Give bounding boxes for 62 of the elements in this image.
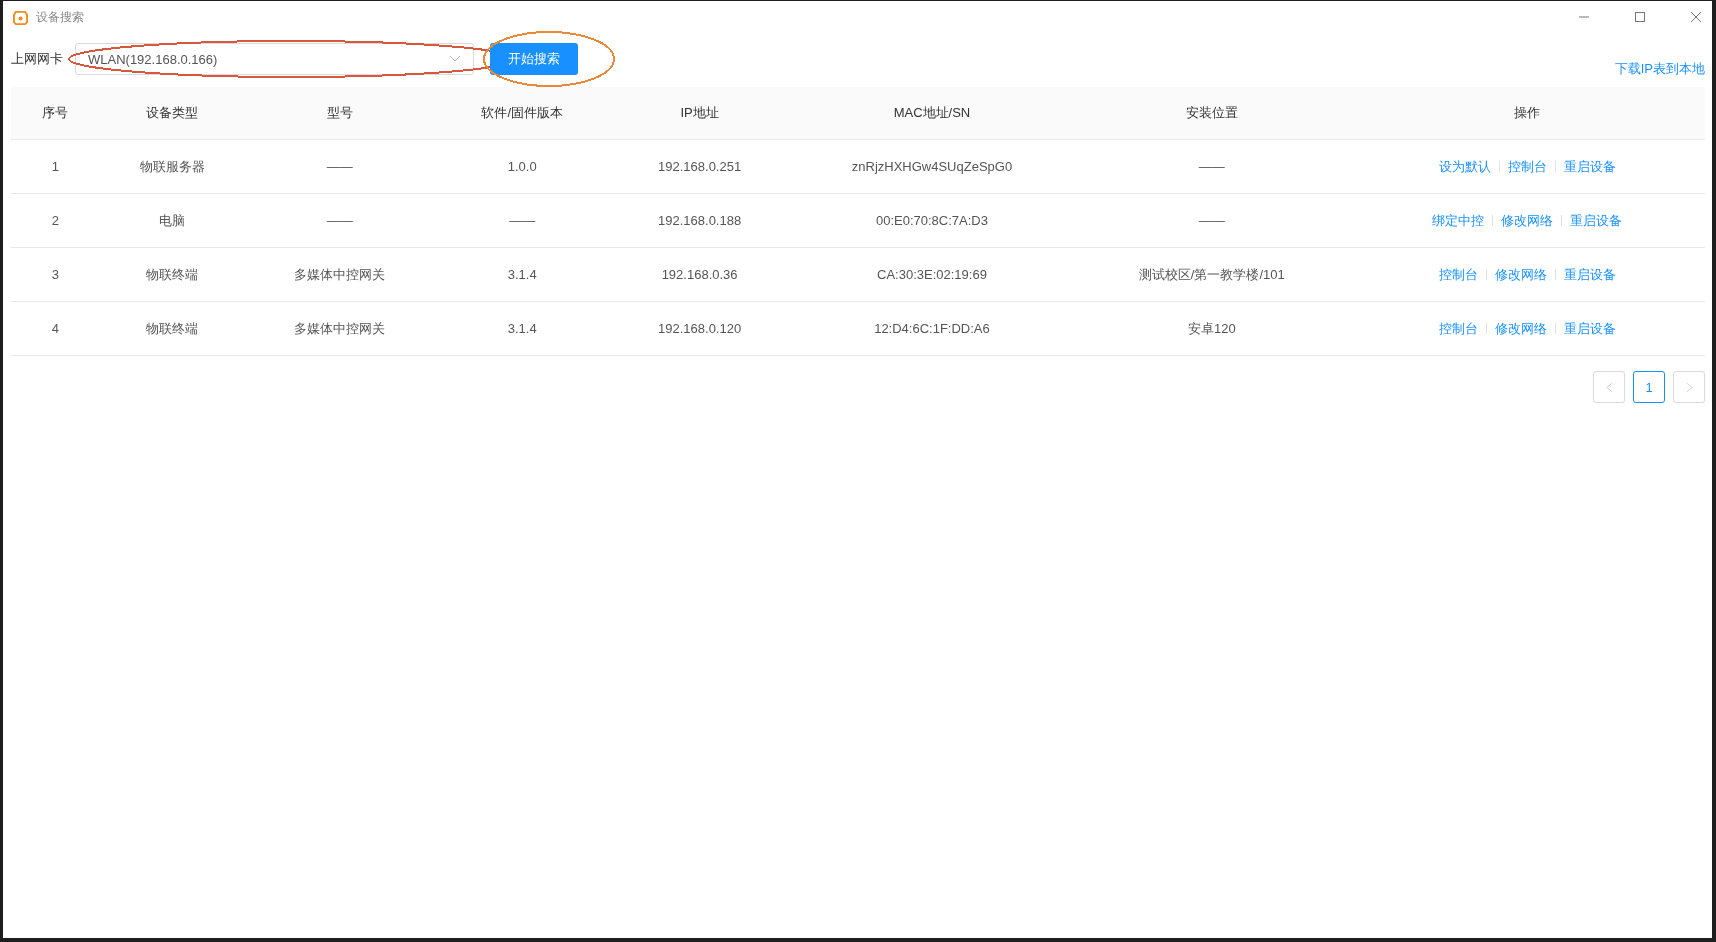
- window-title: 设备搜索: [36, 8, 84, 26]
- table-cell: 安卓120: [1187, 319, 1236, 338]
- chevron-down-icon: [449, 55, 461, 63]
- action-link[interactable]: 绑定中控: [1432, 211, 1485, 230]
- app-logo-icon: [13, 9, 28, 25]
- table-cell: ——: [1198, 159, 1225, 174]
- action-link[interactable]: 修改网络: [1501, 211, 1554, 230]
- action-link[interactable]: 重启设备: [1563, 157, 1616, 176]
- column-header: IP地址: [680, 104, 719, 122]
- column-header: 安装位置: [1185, 104, 1238, 122]
- table-cell: znRjzHXHGw4SUqZeSpG0: [851, 159, 1013, 174]
- table-cell: 192.168.0.36: [661, 267, 738, 282]
- table-cell: 1: [51, 159, 60, 174]
- column-header: 型号: [326, 104, 353, 122]
- action-link[interactable]: 设为默认: [1438, 157, 1491, 176]
- table-cell: 192.168.0.188: [658, 213, 742, 228]
- column-header: 软件/固件版本: [481, 104, 563, 122]
- previous-page-button[interactable]: [1593, 371, 1625, 403]
- table-cell: 物联服务器: [139, 157, 205, 176]
- table-cell: 测试校区/第一教学楼/101: [1138, 265, 1285, 284]
- table-cell: 物联终端: [146, 319, 199, 338]
- page-button[interactable]: 1: [1633, 371, 1665, 403]
- table-cell: ——: [326, 213, 353, 228]
- action-link[interactable]: 重启设备: [1563, 265, 1616, 284]
- table-cell: 3.1.4: [507, 321, 537, 336]
- column-header: 操作: [1514, 104, 1541, 122]
- table-cell: 1.0.0: [507, 159, 537, 174]
- action-link[interactable]: 重启设备: [1570, 211, 1623, 230]
- chevron-left-icon: [1605, 381, 1613, 393]
- network-card-label: 上网网卡: [11, 50, 63, 68]
- table-cell: 电脑: [159, 211, 186, 230]
- table-cell: ——: [1198, 213, 1225, 228]
- column-header: 序号: [42, 104, 69, 122]
- column-header: MAC地址/SN: [893, 104, 971, 122]
- download-ip-link[interactable]: 下载IP表到本地: [1614, 60, 1705, 78]
- table-cell: 12:D4:6C:1F:DD:A6: [874, 321, 990, 336]
- next-page-button[interactable]: [1673, 371, 1705, 403]
- close-icon[interactable]: [1690, 11, 1702, 23]
- chevron-right-icon: [1685, 381, 1693, 393]
- table-cell: 物联终端: [146, 265, 199, 284]
- action-link[interactable]: 控制台: [1438, 265, 1478, 284]
- action-link[interactable]: 控制台: [1438, 319, 1478, 338]
- table-cell: 多媒体中控网关: [294, 265, 386, 284]
- action-link[interactable]: 重启设备: [1563, 319, 1616, 338]
- network-card-select[interactable]: WLAN(192.168.0.166): [75, 43, 474, 75]
- table-cell: 192.168.0.120: [658, 321, 742, 336]
- table-cell: 2: [51, 213, 60, 228]
- start-search-button[interactable]: 开始搜索: [490, 43, 578, 75]
- table-cell: 多媒体中控网关: [294, 319, 386, 338]
- column-header: 设备类型: [146, 104, 199, 122]
- table-cell: 4: [51, 321, 60, 336]
- table-cell: 3: [51, 267, 60, 282]
- table-cell: CA:30:3E:02:19:69: [877, 267, 987, 282]
- action-link[interactable]: 修改网络: [1494, 319, 1547, 338]
- table-cell: ——: [326, 159, 353, 174]
- action-link[interactable]: 修改网络: [1494, 265, 1547, 284]
- table-cell: ——: [509, 213, 536, 228]
- table-cell: 192.168.0.251: [658, 159, 742, 174]
- maximize-icon[interactable]: [1634, 11, 1646, 23]
- table-cell: 00:E0:70:8C:7A:D3: [875, 213, 988, 228]
- table-cell: 3.1.4: [507, 267, 537, 282]
- action-link[interactable]: 控制台: [1507, 157, 1547, 176]
